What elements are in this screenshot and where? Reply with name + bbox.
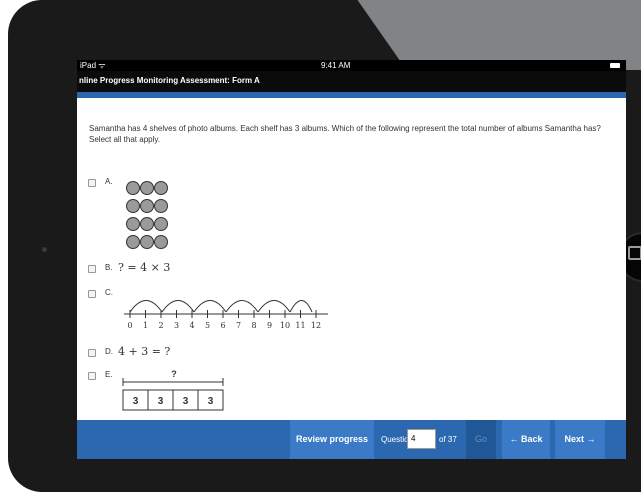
tick-label: 11 bbox=[295, 321, 305, 330]
jump-arc bbox=[161, 300, 195, 313]
tape-cell-value: 3 bbox=[183, 396, 189, 407]
circle bbox=[154, 217, 168, 231]
app-title: nline Progress Monitoring Assessment: Fo… bbox=[77, 71, 626, 98]
option-c[interactable]: C. bbox=[88, 288, 113, 298]
tape-cell-value: 3 bbox=[133, 396, 139, 407]
tick-label: 0 bbox=[127, 321, 132, 330]
checkbox[interactable] bbox=[88, 289, 96, 298]
checkbox[interactable] bbox=[88, 264, 96, 273]
circle bbox=[140, 235, 154, 249]
clock: 9:41 AM bbox=[321, 61, 351, 70]
circle bbox=[126, 217, 140, 231]
tape-cell-value: 3 bbox=[208, 396, 214, 407]
tick-label: 10 bbox=[280, 321, 290, 330]
circle bbox=[154, 235, 168, 249]
next-button[interactable]: Next → bbox=[555, 420, 605, 459]
tick-label: 5 bbox=[205, 321, 210, 330]
circle bbox=[140, 199, 154, 213]
review-progress-button[interactable]: Review progress bbox=[290, 420, 374, 459]
option-b[interactable]: B. ? = 4 × 3 bbox=[88, 261, 170, 274]
number-line: 0 1 2 3 4 5 6 7 8 9 10 11 12 bbox=[124, 300, 328, 330]
option-label: B. bbox=[105, 263, 113, 272]
tablet-frame: iPad ᯤ 9:41 AM nline Progress Monitoring… bbox=[8, 0, 641, 492]
option-expression: ? = 4 × 3 bbox=[118, 261, 171, 274]
tick-label: 8 bbox=[251, 321, 256, 330]
home-icon bbox=[628, 246, 641, 260]
tick-label: 2 bbox=[158, 321, 163, 330]
option-label: E. bbox=[105, 370, 113, 379]
circle bbox=[140, 217, 154, 231]
option-a[interactable]: A. bbox=[88, 177, 113, 187]
status-bar: iPad ᯤ 9:41 AM bbox=[77, 60, 626, 71]
checkbox[interactable] bbox=[88, 348, 96, 357]
question-number-input[interactable]: 4 bbox=[407, 429, 436, 449]
tick-labels: 0 1 2 3 4 5 6 7 8 9 10 11 12 bbox=[127, 321, 321, 330]
tape-question-mark: ? bbox=[171, 369, 177, 379]
tick-label: 7 bbox=[236, 321, 241, 330]
tape-cell-value: 3 bbox=[158, 396, 164, 407]
option-label: D. bbox=[105, 347, 113, 356]
option-e[interactable]: E. bbox=[88, 370, 113, 380]
circle bbox=[126, 181, 140, 195]
circle-array-image bbox=[126, 181, 170, 253]
circle bbox=[154, 199, 168, 213]
circle bbox=[154, 181, 168, 195]
battery-icon bbox=[610, 63, 620, 68]
checkbox[interactable] bbox=[88, 178, 96, 187]
question-total: of 37 bbox=[439, 435, 457, 444]
option-d[interactable]: D. 4 + 3 = ? bbox=[88, 345, 170, 358]
circle bbox=[140, 181, 154, 195]
circle bbox=[126, 199, 140, 213]
back-button[interactable]: ← Back bbox=[502, 420, 550, 459]
tick-label: 4 bbox=[189, 321, 194, 330]
tape-diagram: ? 3 3 3 3 bbox=[122, 369, 224, 411]
question-area: Samantha has 4 shelves of photo albums. … bbox=[77, 98, 626, 458]
tick-label: 12 bbox=[311, 321, 321, 330]
tick-label: 6 bbox=[220, 321, 225, 330]
tick-label: 3 bbox=[174, 321, 179, 330]
navigation-bar: Review progress Question 4 of 37 Go ← Ba… bbox=[77, 420, 626, 459]
screen: iPad ᯤ 9:41 AM nline Progress Monitoring… bbox=[77, 60, 626, 459]
tick-label: 9 bbox=[267, 321, 272, 330]
option-expression: 4 + 3 = ? bbox=[118, 345, 171, 358]
option-label: A. bbox=[105, 177, 113, 186]
checkbox[interactable] bbox=[88, 371, 96, 380]
jump-arc bbox=[193, 300, 227, 313]
circle bbox=[126, 235, 140, 249]
camera bbox=[42, 247, 47, 252]
jump-arc bbox=[225, 300, 259, 313]
go-button[interactable]: Go bbox=[466, 420, 496, 459]
tick-label: 1 bbox=[143, 321, 148, 330]
option-label: C. bbox=[105, 288, 113, 297]
device-label: iPad ᯤ bbox=[80, 61, 106, 70]
question-text: Samantha has 4 shelves of photo albums. … bbox=[89, 124, 601, 144]
tape-cells: 3 3 3 3 bbox=[122, 389, 224, 411]
